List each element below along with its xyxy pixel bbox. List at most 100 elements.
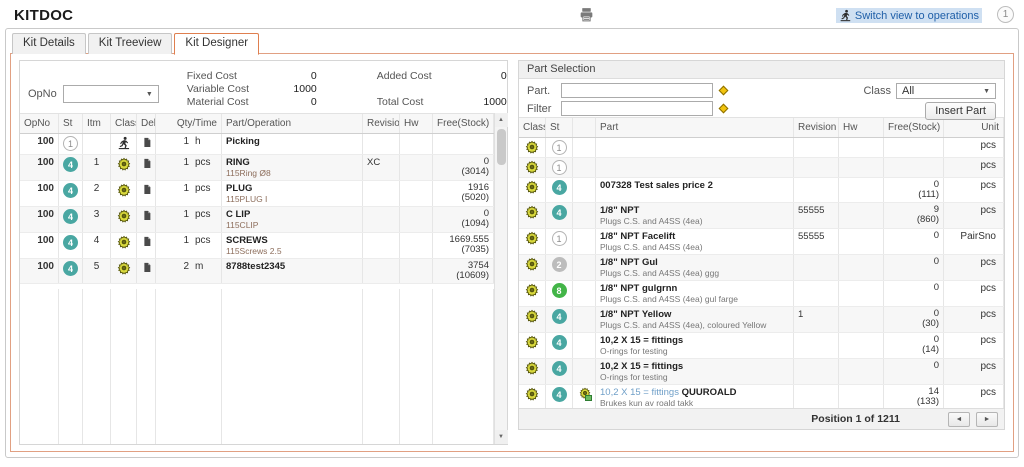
alternate-part-icon: [577, 387, 592, 401]
part-link[interactable]: 10,2 X 15 = fittings: [600, 387, 682, 398]
unit-cell: pcs: [944, 281, 1004, 306]
tab-kit-treeview[interactable]: Kit Treeview: [88, 33, 173, 54]
total-cost-value: 1000: [445, 96, 507, 108]
scrollbar-thumb[interactable]: [497, 129, 506, 165]
col-hw[interactable]: Hw: [839, 118, 884, 137]
left-header: OpNo ▼ Fixed Cost 0 Added Cost 0 Variabl…: [20, 61, 507, 113]
operations-rows: 100 1 1 h Picking 100 4 1: [20, 134, 494, 289]
part-cell: 10,2 X 15 = fittings O-rings for testing: [596, 333, 794, 358]
col-unit[interactable]: Unit: [944, 118, 1004, 137]
delete-document-icon[interactable]: [137, 134, 156, 154]
tab-kit-designer[interactable]: Kit Designer: [174, 33, 259, 55]
unit-cell: pcs: [944, 255, 1004, 280]
col-opno[interactable]: OpNo: [20, 114, 59, 133]
col-free-stock[interactable]: Free(Stock): [433, 114, 494, 133]
free-stock-cell: 0: [884, 229, 944, 254]
col-itm[interactable]: Itm: [83, 114, 111, 133]
table-row[interactable]: 100 4 4 1 pcs SCREWS 115Screws 2.5 1669.…: [20, 233, 494, 259]
pager-next-icon[interactable]: ►: [976, 412, 998, 427]
qty-time-cell: 1 pcs: [156, 233, 222, 258]
delete-document-icon[interactable]: [137, 155, 156, 180]
part-selection-form: Part. Filter Class All ▼ Insert Part: [519, 79, 1004, 117]
table-row[interactable]: 4 007328 Test sales price 2 0 (111) pcs: [519, 178, 1004, 203]
table-row[interactable]: 100 4 2 1 pcs PLUG 115PLUG I 1916 (5020): [20, 181, 494, 207]
col-class[interactable]: Class: [519, 118, 546, 137]
part-cell: 10,2 X 15 = fittings QUUROALD Brukes kun…: [596, 385, 794, 408]
table-row[interactable]: 100 4 1 1 pcs RING 115Ring Ø8 XC 0 (3014…: [20, 155, 494, 181]
part-operation-cell: 8788test2345: [222, 259, 363, 283]
table-row[interactable]: 4 1/8" NPT Yellow Plugs C.S. and A4SS (4…: [519, 307, 1004, 333]
switch-view-link[interactable]: Switch view to operations: [836, 8, 982, 23]
col-del[interactable]: Del: [137, 114, 156, 133]
delete-document-icon[interactable]: [137, 233, 156, 258]
tab-kit-details[interactable]: Kit Details: [12, 33, 86, 54]
table-row[interactable]: 100 1 1 h Picking: [20, 134, 494, 155]
col-revision[interactable]: Revision: [794, 118, 839, 137]
part-operation-cell: RING 115Ring Ø8: [222, 155, 363, 180]
col-st[interactable]: St: [59, 114, 83, 133]
pager-prev-icon[interactable]: ◄: [948, 412, 970, 427]
status-badge: 4: [552, 180, 567, 195]
table-row[interactable]: 8 1/8" NPT gulgrnn Plugs C.S. and A4SS (…: [519, 281, 1004, 307]
table-row[interactable]: 2 1/8" NPT Gul Plugs C.S. and A4SS (4ea)…: [519, 255, 1004, 281]
free-stock-cell: 0: [884, 255, 944, 280]
table-row[interactable]: 1 pcs: [519, 138, 1004, 158]
free-stock-cell: 9 (860): [884, 203, 944, 228]
status-cell: 4: [546, 307, 573, 332]
filter-input[interactable]: [561, 101, 713, 116]
delete-document-icon[interactable]: [137, 207, 156, 232]
status-badge: 2: [552, 257, 567, 272]
part-operation-cell: C LIP 115CLIP: [222, 207, 363, 232]
status-badge: 4: [552, 335, 567, 350]
table-row[interactable]: 4 10,2 X 15 = fittings O-rings for testi…: [519, 359, 1004, 385]
table-row[interactable]: 1 pcs: [519, 158, 1004, 178]
table-row[interactable]: 1 1/8" NPT Facelift Plugs C.S. and A4SS …: [519, 229, 1004, 255]
col-free-stock[interactable]: Free(Stock): [884, 118, 944, 137]
col-class[interactable]: Class: [111, 114, 137, 133]
part-label: Part.: [527, 85, 561, 97]
revision-cell: XC: [363, 155, 400, 180]
opno-cell: 100: [20, 155, 59, 180]
hw-cell: [839, 255, 884, 280]
status-badge: 1: [552, 140, 567, 155]
col-hw[interactable]: Hw: [400, 114, 433, 133]
header-count-badge[interactable]: 1: [997, 6, 1014, 23]
filter-lookup-diamond-icon[interactable]: [719, 104, 729, 114]
col-part-operation[interactable]: Part/Operation: [222, 114, 363, 133]
status-badge: 4: [552, 205, 567, 220]
table-row[interactable]: 100 4 5 2 m 8788test2345 3754 (10609): [20, 259, 494, 284]
empty-grid: [20, 289, 494, 444]
delete-document-icon[interactable]: [137, 259, 156, 283]
opno-cell: 100: [20, 207, 59, 232]
status-badge: 4: [63, 261, 78, 276]
unit-cell: pcs: [944, 138, 1004, 157]
delete-document-icon[interactable]: [137, 181, 156, 206]
scroll-down-icon[interactable]: ▼: [495, 430, 508, 444]
print-icon[interactable]: [578, 6, 595, 23]
alternate-cell: [573, 158, 596, 177]
part-cell: [596, 158, 794, 177]
class-select[interactable]: All ▼: [896, 83, 996, 99]
scroll-up-icon[interactable]: ▲: [495, 113, 508, 127]
col-revision[interactable]: Revision: [363, 114, 400, 133]
table-row[interactable]: 100 4 3 1 pcs C LIP 115CLIP 0 (1094): [20, 207, 494, 233]
col-part[interactable]: Part: [596, 118, 794, 137]
insert-part-button[interactable]: Insert Part: [925, 102, 996, 120]
itm-cell: 3: [83, 207, 111, 232]
left-table-scrollbar[interactable]: ▲ ▼: [494, 113, 507, 444]
part-lookup-diamond-icon[interactable]: [719, 86, 729, 96]
free-stock-cell: 0 (30): [884, 307, 944, 332]
table-row[interactable]: 4 10,2 X 15 = fittings QUUROALD Brukes k…: [519, 385, 1004, 408]
table-row[interactable]: 4 10,2 X 15 = fittings O-rings for testi…: [519, 333, 1004, 359]
opno-select[interactable]: ▼: [63, 85, 159, 103]
switch-view-label: Switch view to operations: [855, 10, 979, 22]
status-cell: 4: [59, 259, 83, 283]
class-cell: [519, 203, 546, 228]
part-input[interactable]: [561, 83, 713, 98]
col-alt[interactable]: [573, 118, 596, 137]
class-cell: [519, 178, 546, 202]
table-row[interactable]: 4 1/8" NPT Plugs C.S. and A4SS (4ea) 555…: [519, 203, 1004, 229]
col-st[interactable]: St: [546, 118, 573, 137]
status-badge: 8: [552, 283, 567, 298]
col-qty-time[interactable]: Qty/Time: [156, 114, 222, 133]
